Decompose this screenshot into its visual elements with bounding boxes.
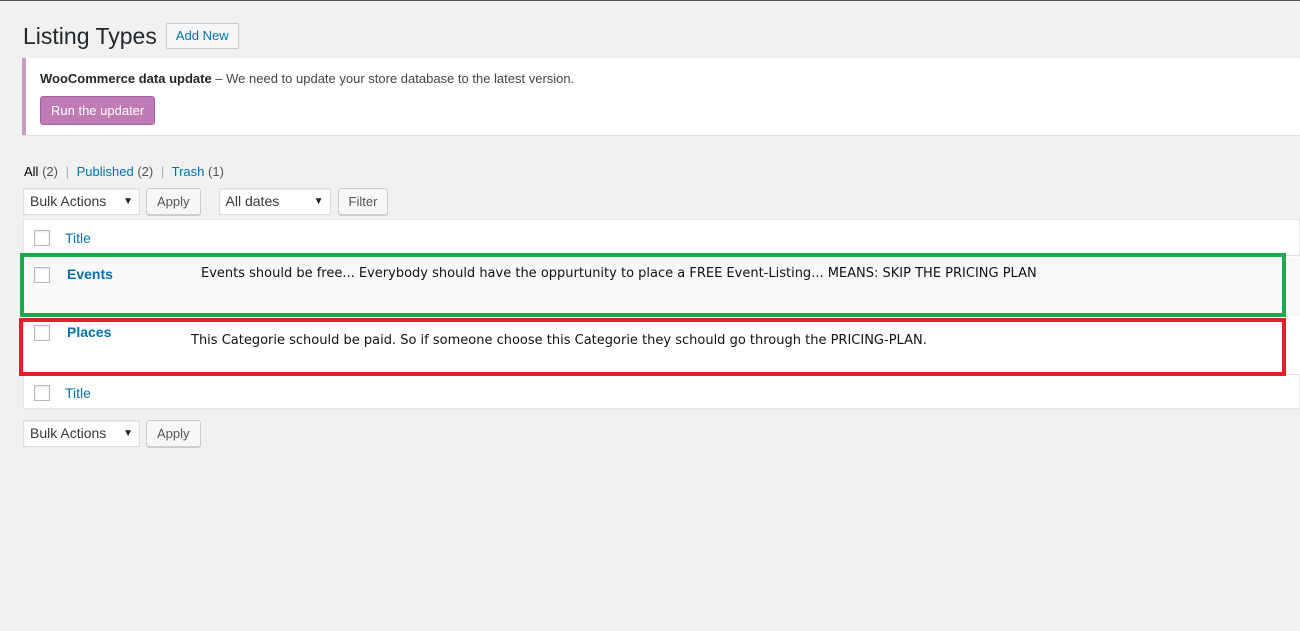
listing-types-table: Title Events Places Title bbox=[23, 219, 1300, 409]
notice-message: – We need to update your store database … bbox=[211, 71, 575, 86]
select-all-checkbox[interactable] bbox=[34, 230, 50, 246]
page-title: Listing Types bbox=[23, 23, 157, 49]
view-trash-link[interactable]: Trash bbox=[172, 164, 205, 179]
view-trash-count: (1) bbox=[208, 164, 224, 179]
annotation-places: This Categorie schould be paid. So if so… bbox=[191, 333, 927, 348]
row-title-link[interactable]: Places bbox=[67, 324, 111, 340]
bulk-actions-value: Bulk Actions bbox=[30, 425, 107, 441]
view-published-count: (2) bbox=[137, 164, 154, 179]
status-filter-links: All (2) | Published (2) | Trash (1) bbox=[24, 164, 224, 179]
table-footer-row: Title bbox=[24, 374, 1300, 410]
tablenav-top: Bulk Actions ▼ Apply All dates ▼ Filter bbox=[23, 188, 389, 215]
page-heading: Listing Types Add New bbox=[23, 22, 239, 50]
row-checkbox[interactable] bbox=[34, 267, 50, 283]
view-separator: | bbox=[65, 164, 69, 179]
date-filter-select[interactable]: All dates ▼ bbox=[218, 188, 331, 215]
apply-button-top[interactable]: Apply bbox=[146, 188, 201, 215]
view-separator: | bbox=[160, 164, 165, 179]
row-title-link[interactable]: Events bbox=[67, 266, 113, 282]
title-column-header[interactable]: Title bbox=[65, 230, 91, 246]
notice-title: WooCommerce data update bbox=[40, 71, 212, 86]
table-header-row: Title bbox=[24, 220, 1300, 256]
chevron-down-icon: ▼ bbox=[123, 428, 133, 439]
view-all-link[interactable]: All bbox=[24, 164, 38, 179]
tablenav-bottom: Bulk Actions ▼ Apply bbox=[23, 420, 201, 447]
top-border-line bbox=[0, 0, 1300, 1]
row-checkbox[interactable] bbox=[34, 325, 50, 341]
chevron-down-icon: ▼ bbox=[123, 196, 133, 207]
run-updater-button[interactable]: Run the updater bbox=[40, 96, 156, 125]
apply-button-bottom[interactable]: Apply bbox=[146, 420, 201, 447]
woocommerce-update-notice: WooCommerce data update – We need to upd… bbox=[22, 58, 1300, 135]
view-all-count: (2) bbox=[42, 164, 58, 179]
filter-button[interactable]: Filter bbox=[337, 188, 389, 215]
bulk-actions-select-bottom[interactable]: Bulk Actions ▼ bbox=[23, 420, 140, 447]
bulk-actions-select-top[interactable]: Bulk Actions ▼ bbox=[23, 188, 140, 215]
date-filter-value: All dates bbox=[225, 193, 280, 209]
view-published-link[interactable]: Published bbox=[77, 164, 134, 179]
select-all-checkbox-footer[interactable] bbox=[34, 385, 50, 401]
add-new-button[interactable]: Add New bbox=[165, 23, 239, 49]
title-column-footer[interactable]: Title bbox=[65, 385, 91, 401]
notice-text: WooCommerce data update – We need to upd… bbox=[40, 71, 574, 86]
annotation-events: Events should be free... Everybody shoul… bbox=[201, 266, 1037, 281]
chevron-down-icon: ▼ bbox=[313, 196, 324, 207]
bulk-actions-value: Bulk Actions bbox=[30, 193, 107, 209]
